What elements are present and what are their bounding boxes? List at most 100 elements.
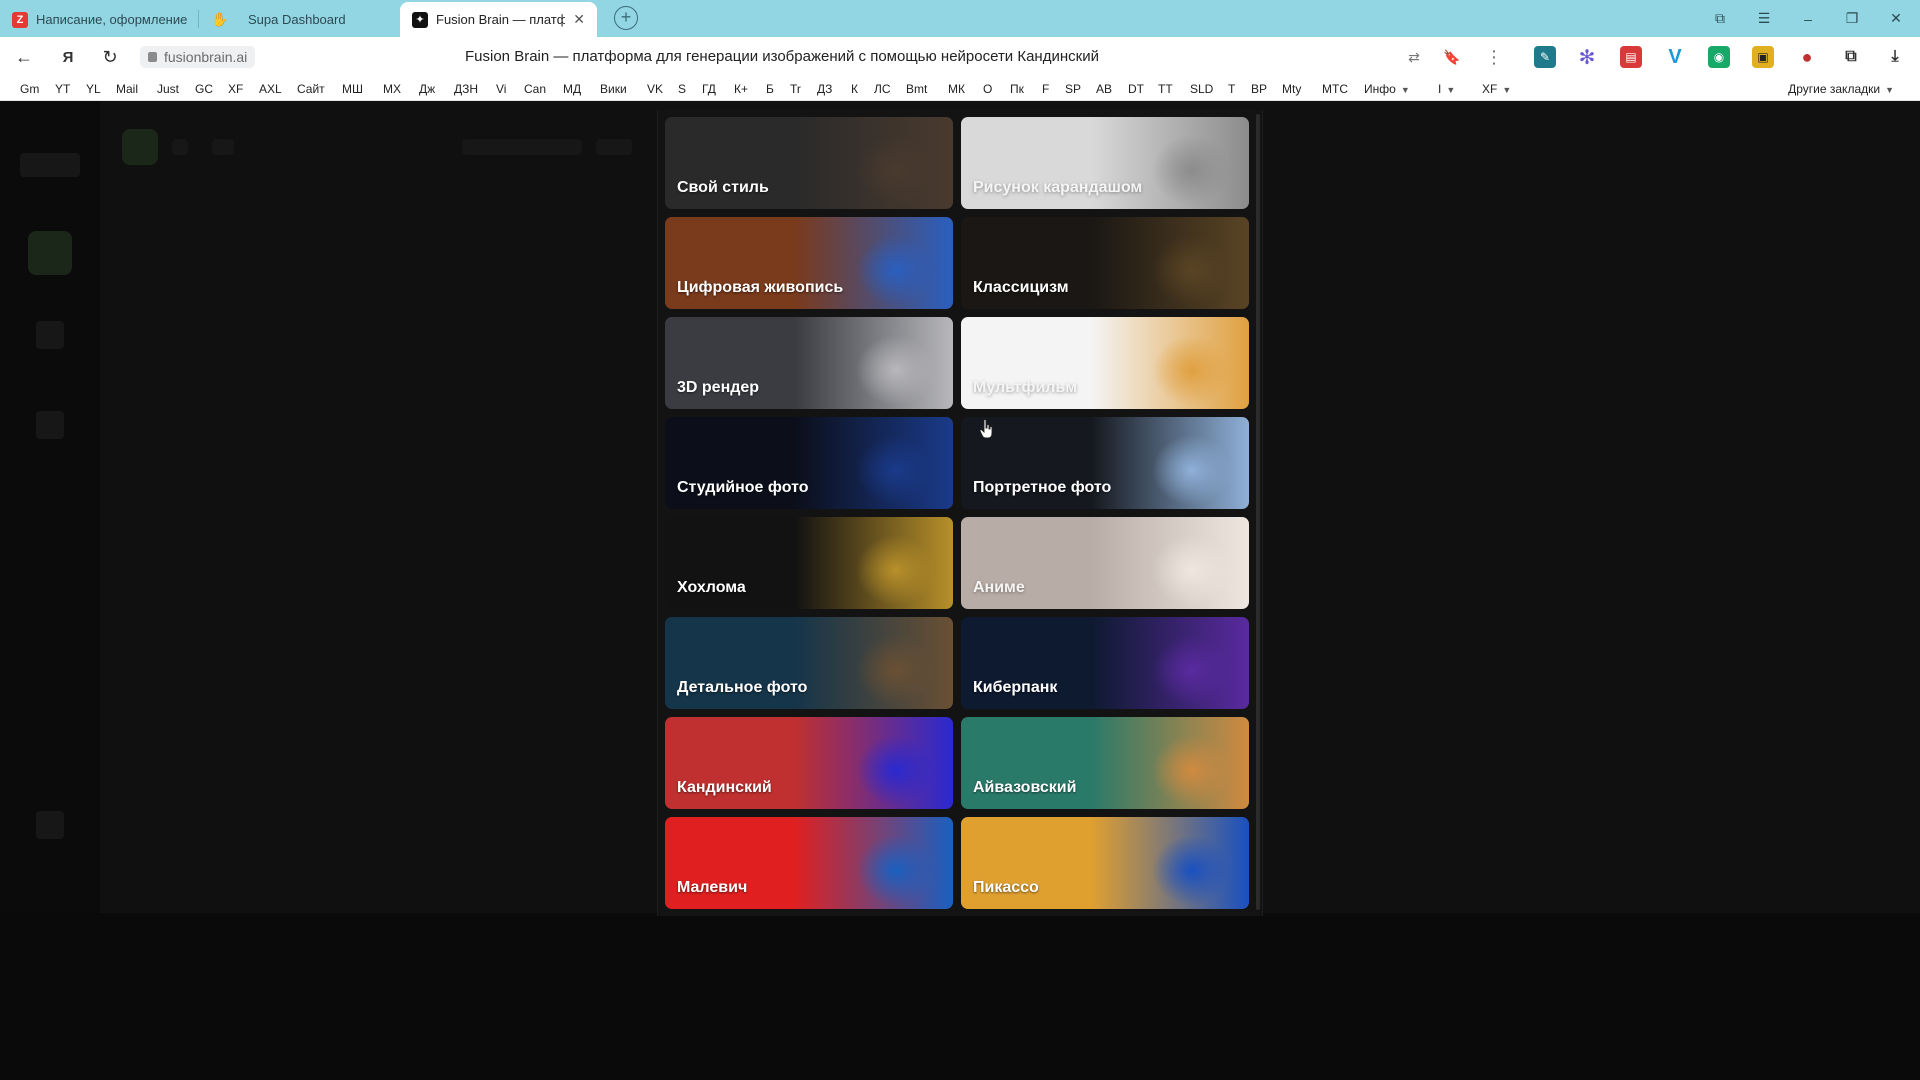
bookmark-item[interactable]: ТТ — [1158, 80, 1173, 98]
dimmed-toolbar-icon — [172, 139, 188, 155]
avatar-extension-icon[interactable]: ● — [1796, 46, 1818, 68]
dimmed-sidebar-icon — [36, 321, 64, 349]
bookmark-item[interactable]: Т — [1228, 80, 1235, 98]
reload-button[interactable]: ↻ — [98, 45, 122, 69]
bookmark-item[interactable]: Вики — [600, 80, 627, 98]
style-card[interactable]: Рисунок карандашом — [961, 117, 1249, 209]
bookmark-item[interactable]: Mail — [116, 80, 138, 98]
fusion-brain-icon: ✦ — [412, 11, 428, 28]
style-card[interactable]: Мультфильм — [961, 317, 1249, 409]
style-card[interactable]: Пикассо — [961, 817, 1249, 909]
bookmark-item[interactable]: ГД — [702, 80, 716, 98]
dimmed-toolbar-field — [596, 139, 632, 155]
bookmark-item[interactable]: К — [851, 80, 858, 98]
download-icon[interactable]: ⤓ — [1884, 46, 1906, 68]
close-tab-icon[interactable]: ✕ — [573, 11, 585, 28]
style-card[interactable]: Малевич — [665, 817, 953, 909]
menu-icon[interactable]: ☰ — [1742, 0, 1786, 37]
record-extension-icon[interactable]: ◉ — [1708, 46, 1730, 68]
bookmark-item[interactable]: Vi — [496, 80, 506, 98]
snowflake-extension-icon[interactable]: ✻ — [1576, 46, 1598, 69]
bookmark-item[interactable]: S — [678, 80, 686, 98]
bookmark-item[interactable]: AXL — [259, 80, 282, 98]
bookmark-item[interactable]: Bmt — [906, 80, 927, 98]
bookmark-item[interactable]: SLD — [1190, 80, 1213, 98]
bookmark-item[interactable]: ДЗН — [454, 80, 478, 98]
style-card[interactable]: Цифровая живопись — [665, 217, 953, 309]
bookmark-item[interactable]: XF — [228, 80, 243, 98]
bookmark-item[interactable]: Б — [766, 80, 774, 98]
tab-manager-icon[interactable]: ⧉ — [1698, 0, 1742, 37]
bookmark-item[interactable]: YL — [86, 80, 101, 98]
minimize-button[interactable]: – — [1786, 0, 1830, 37]
hand-icon: ✋ — [211, 11, 229, 27]
bookmark-item[interactable]: F — [1042, 80, 1049, 98]
style-card[interactable]: 3D рендер — [665, 317, 953, 409]
wallet-extension-icon[interactable]: ▣ — [1752, 46, 1774, 68]
bookmark-item[interactable]: МД — [563, 80, 581, 98]
style-card-label: Мультфильм — [973, 379, 1078, 396]
more-icon[interactable]: ⋮ — [1484, 47, 1504, 67]
bookmark-folder[interactable]: Инфо ▼ — [1364, 80, 1410, 99]
tab-supa-dashboard[interactable]: ✋ Supa Dashboard — [200, 2, 400, 37]
bookmark-item[interactable]: DT — [1128, 80, 1144, 98]
new-tab-button[interactable]: + — [614, 6, 638, 30]
bookmark-item[interactable]: Just — [157, 80, 179, 98]
bookmark-item[interactable]: МШ — [342, 80, 363, 98]
url-field[interactable]: fusionbrain.ai — [140, 46, 256, 68]
style-card[interactable]: Кандинский — [665, 717, 953, 809]
bookmark-item[interactable]: Mty — [1282, 80, 1301, 98]
bookmark-item[interactable]: ВР — [1251, 80, 1267, 98]
bookmark-item[interactable]: VK — [647, 80, 663, 98]
bookmark-icon[interactable]: 🔖 — [1442, 47, 1462, 67]
scrollbar[interactable] — [1256, 114, 1260, 910]
bookmark-item[interactable]: Gm — [20, 80, 39, 98]
dimmed-toolbar-button — [122, 129, 158, 165]
back-button[interactable]: ← — [12, 45, 36, 69]
page-viewport: Свой стиль Рисунок карандашом Цифровая жив… — [0, 101, 1920, 1080]
bookmark-item[interactable]: ЛС — [874, 80, 891, 98]
tab-fusion-brain[interactable]: ✦ Fusion Brain — платфор ✕ — [400, 2, 597, 37]
bookmark-folder[interactable]: I ▼ — [1438, 80, 1455, 99]
style-card[interactable]: Портретное фото — [961, 417, 1249, 509]
other-bookmarks[interactable]: Другие закладки ▼ — [1788, 80, 1894, 99]
style-card[interactable]: Хохлома — [665, 517, 953, 609]
bookmark-item[interactable]: АВ — [1096, 80, 1112, 98]
style-card[interactable]: Киберпанк — [961, 617, 1249, 709]
dimmed-app-sidebar — [0, 101, 100, 913]
vimeo-extension-icon[interactable]: V — [1664, 46, 1686, 68]
bookmark-item[interactable]: Tr — [790, 80, 801, 98]
bookmark-item[interactable]: Can — [524, 80, 546, 98]
bookmark-item[interactable]: ДЗ — [817, 80, 832, 98]
tab-strip: Z Написание, оформление ✋ Supa Dashboard… — [0, 0, 1920, 37]
translate-icon[interactable]: ⇄ — [1404, 47, 1424, 67]
bookmark-folder[interactable]: XF ▼ — [1482, 80, 1511, 99]
bookmark-item[interactable]: Пк — [1010, 80, 1024, 98]
bookmark-item[interactable]: Дж — [419, 80, 435, 98]
page-bottom-area — [0, 913, 1920, 1080]
bookmark-item[interactable]: МК — [948, 80, 965, 98]
extension-icon[interactable]: ✎ — [1534, 46, 1556, 68]
yandex-icon[interactable]: Я — [56, 45, 80, 69]
bookmark-item[interactable]: О — [983, 80, 992, 98]
cat-artwork-icon — [803, 717, 953, 809]
close-window-button[interactable]: ✕ — [1874, 0, 1918, 37]
bookmark-item[interactable]: Сайт — [297, 80, 325, 98]
bookmark-item[interactable]: МТС — [1322, 80, 1348, 98]
ad-extension-icon[interactable]: ▤ — [1620, 46, 1642, 68]
style-card[interactable]: Студийное фото — [665, 417, 953, 509]
tab-writing[interactable]: Z Написание, оформление — [0, 2, 200, 37]
style-card-label: 3D рендер — [677, 379, 760, 396]
style-card[interactable]: Свой стиль — [665, 117, 953, 209]
style-card[interactable]: Классицизм — [961, 217, 1249, 309]
style-card[interactable]: Айвазовский — [961, 717, 1249, 809]
extensions-puzzle-icon[interactable]: ⧉ — [1840, 46, 1862, 68]
bookmark-item[interactable]: YT — [55, 80, 70, 98]
bookmark-item[interactable]: МХ — [383, 80, 401, 98]
style-card[interactable]: Детальное фото — [665, 617, 953, 709]
bookmark-item[interactable]: GC — [195, 80, 213, 98]
bookmark-item[interactable]: К+ — [734, 80, 748, 98]
style-card[interactable]: Аниме — [961, 517, 1249, 609]
bookmark-item[interactable]: SP — [1065, 80, 1081, 98]
restore-button[interactable]: ❐ — [1830, 0, 1874, 37]
